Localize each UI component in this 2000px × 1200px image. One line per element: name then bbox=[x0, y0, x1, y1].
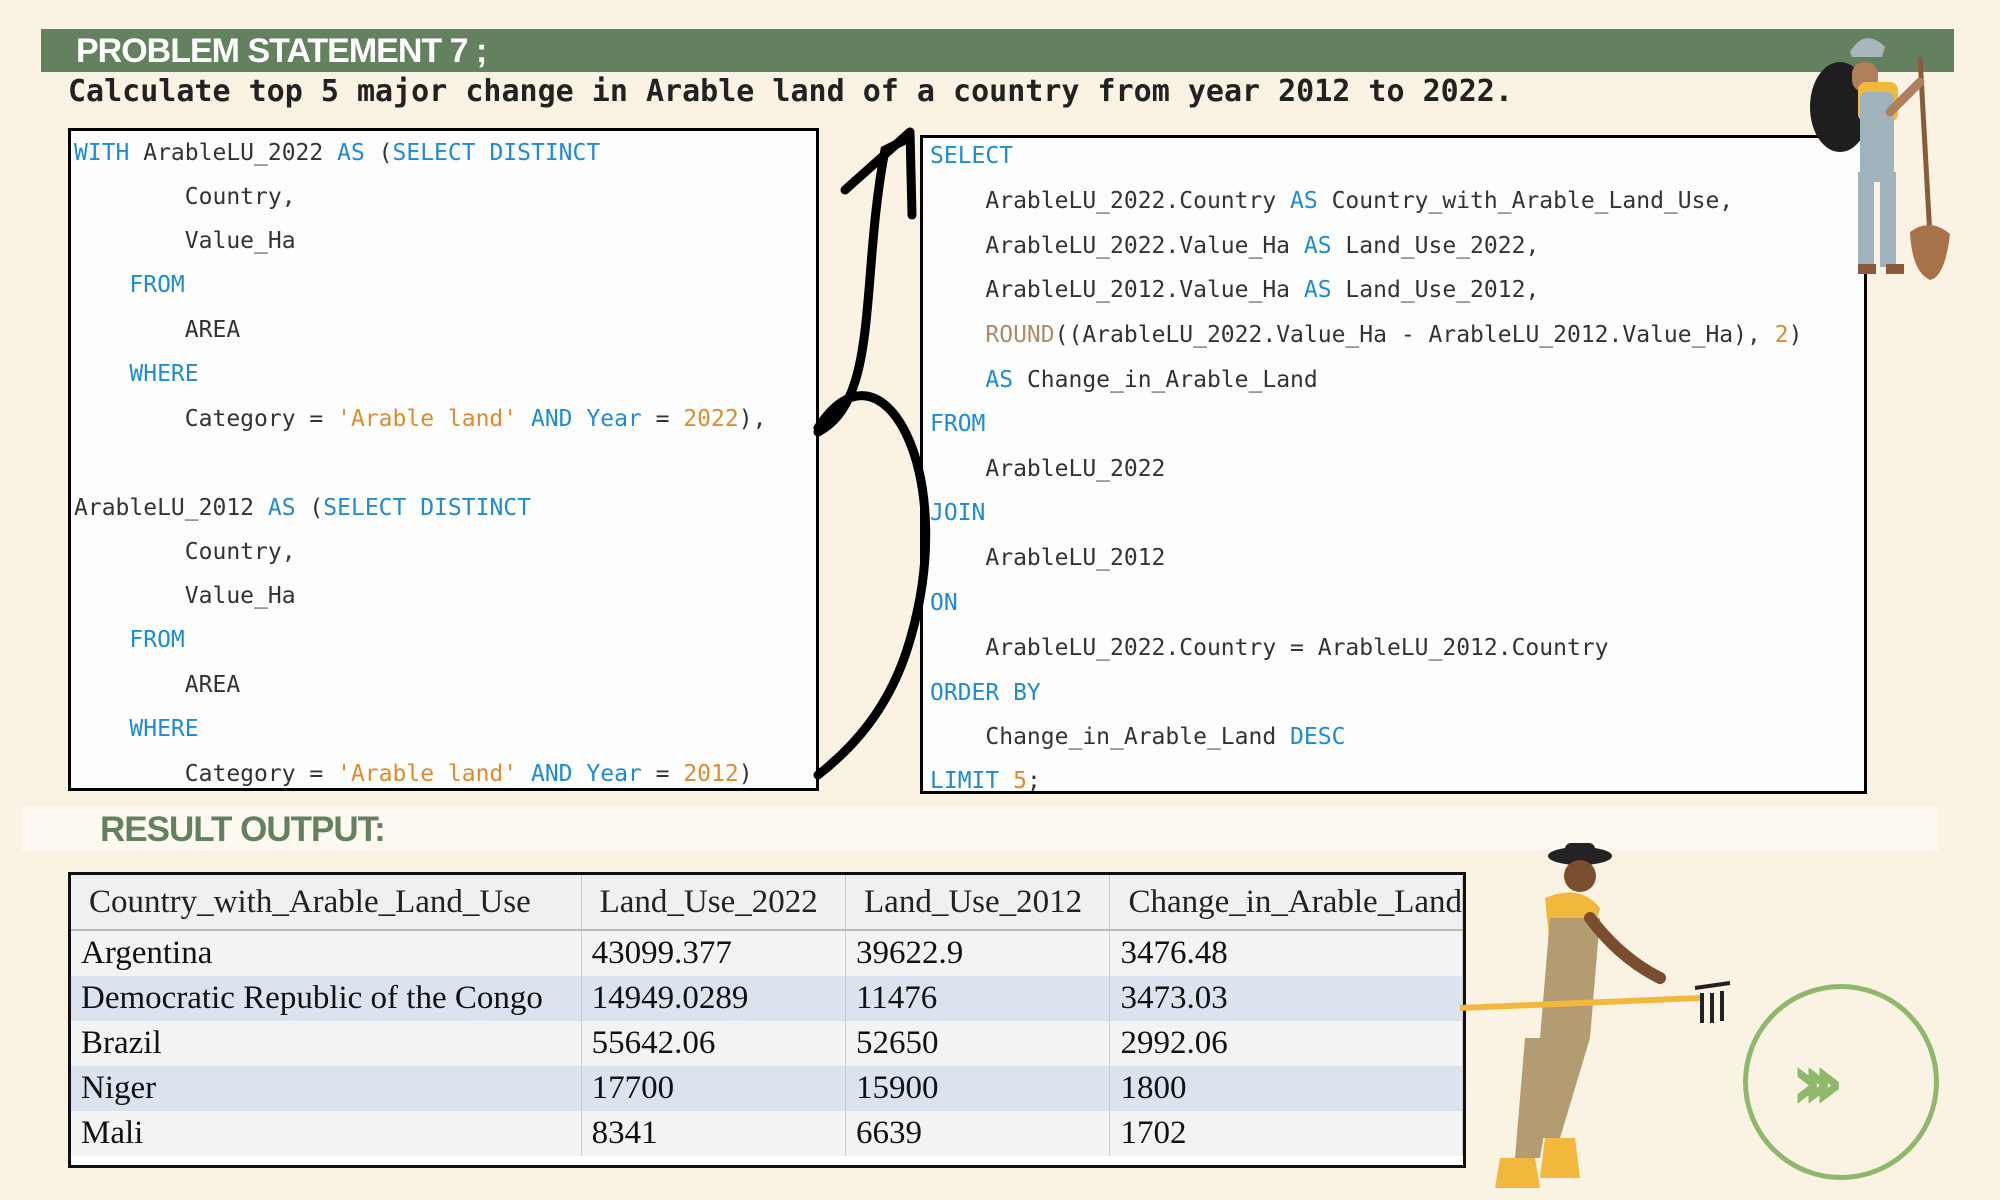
code-line: Country, bbox=[74, 184, 296, 210]
column-header: Land_Use_2022 bbox=[581, 875, 847, 931]
code-line: ON bbox=[930, 590, 958, 616]
code-line: ArableLU_2022.Country AS Country_with_Ar… bbox=[930, 188, 1734, 214]
table-cell: 6639 bbox=[845, 1111, 1111, 1156]
code-line: AREA bbox=[74, 672, 241, 698]
table-cell: 14949.0289 bbox=[581, 976, 847, 1021]
code-line: WHERE bbox=[129, 716, 199, 742]
code-line: ArableLU_2012.Value_Ha AS Land_Use_2012, bbox=[930, 277, 1540, 303]
table-cell: 8341 bbox=[581, 1111, 847, 1156]
table-cell: Democratic Republic of the Congo bbox=[71, 976, 582, 1021]
code-line: ArableLU_2012 AS (SELECT DISTINCT bbox=[74, 495, 531, 521]
table-cell: Argentina bbox=[71, 930, 582, 976]
code-line: WITH ArableLU_2022 AS (SELECT DISTINCT bbox=[74, 140, 601, 166]
table-cell: 39622.9 bbox=[845, 930, 1111, 976]
table-cell: 1800 bbox=[1109, 1066, 1463, 1111]
code-line: ArableLU_2022.Value_Ha AS Land_Use_2022, bbox=[930, 233, 1540, 259]
column-header: Change_in_Arable_Land bbox=[1109, 875, 1463, 931]
code-line: Country, bbox=[74, 539, 296, 565]
code-line: Value_Ha bbox=[74, 583, 296, 609]
table-cell: 15900 bbox=[845, 1066, 1111, 1111]
code-line: AREA bbox=[74, 317, 241, 343]
code-line: FROM bbox=[129, 272, 185, 298]
query-right-panel: SELECT ArableLU_2022.Country AS Country_… bbox=[920, 135, 1867, 794]
result-title: RESULT OUTPUT: bbox=[100, 810, 386, 849]
table-cell: 1702 bbox=[1109, 1111, 1463, 1156]
code-line: LIMIT 5; bbox=[930, 768, 1041, 794]
code-line: JOIN bbox=[930, 500, 986, 526]
code-line: Category = 'Arable land' AND Year = 2022… bbox=[74, 406, 767, 432]
code-line: AS Change_in_Arable_Land bbox=[985, 367, 1318, 393]
code-line: ArableLU_2022.Country = ArableLU_2012.Co… bbox=[930, 635, 1609, 661]
table-cell: 43099.377 bbox=[581, 930, 847, 976]
table-row: Mali 8341 6639 1702 bbox=[71, 1111, 1463, 1156]
code-line: WHERE bbox=[129, 361, 199, 387]
code-line: SELECT bbox=[930, 143, 1014, 169]
table-row: Argentina 43099.377 39622.9 3476.48 bbox=[71, 930, 1463, 976]
code-line: ROUND((ArableLU_2022.Value_Ha - ArableLU… bbox=[985, 322, 1803, 348]
code-line: ORDER BY bbox=[930, 680, 1041, 706]
code-line: ArableLU_2012 bbox=[930, 545, 1166, 571]
problem-description: Calculate top 5 major change in Arable l… bbox=[68, 74, 1513, 109]
table-cell: 3473.03 bbox=[1109, 976, 1463, 1021]
result-table: Country_with_Arable_Land_Use Land_Use_20… bbox=[68, 872, 1466, 1168]
next-page-button[interactable]: ››› bbox=[1743, 984, 1939, 1180]
table-row: Democratic Republic of the Congo 14949.0… bbox=[71, 976, 1463, 1021]
page-title: PROBLEM STATEMENT 7 ; bbox=[76, 32, 487, 70]
table-cell: Niger bbox=[71, 1066, 582, 1111]
table-row: Brazil 55642.06 52650 2992.06 bbox=[71, 1021, 1463, 1066]
code-line: ArableLU_2022 bbox=[930, 456, 1166, 482]
table-cell: 55642.06 bbox=[581, 1021, 847, 1066]
code-line: Change_in_Arable_Land DESC bbox=[930, 724, 1346, 750]
table-header-row: Country_with_Arable_Land_Use Land_Use_20… bbox=[71, 875, 1463, 931]
column-header: Country_with_Arable_Land_Use bbox=[71, 875, 582, 931]
code-line: Value_Ha bbox=[74, 228, 296, 254]
code-line: FROM bbox=[930, 411, 986, 437]
table-cell: 17700 bbox=[581, 1066, 847, 1111]
table-cell: 2992.06 bbox=[1109, 1021, 1463, 1066]
column-header: Land_Use_2012 bbox=[845, 875, 1111, 931]
farmer-with-rake-illustration bbox=[1459, 843, 1731, 1188]
table-cell: Mali bbox=[71, 1111, 582, 1156]
table-cell: 11476 bbox=[845, 976, 1111, 1021]
table-cell: 52650 bbox=[845, 1021, 1111, 1066]
query-left-panel: WITH ArableLU_2022 AS (SELECT DISTINCT C… bbox=[68, 128, 819, 791]
table-cell: 3476.48 bbox=[1109, 930, 1463, 976]
code-line: Category = 'Arable land' AND Year = 2012… bbox=[74, 761, 753, 787]
chevrons-right-icon: ››› bbox=[1790, 1035, 1845, 1128]
farmer-with-shovel-illustration bbox=[1810, 38, 1950, 280]
table-cell: Brazil bbox=[71, 1021, 582, 1066]
code-line: FROM bbox=[129, 627, 185, 653]
title-banner: PROBLEM STATEMENT 7 ; bbox=[41, 29, 1954, 72]
table-row: Niger 17700 15900 1800 bbox=[71, 1066, 1463, 1111]
